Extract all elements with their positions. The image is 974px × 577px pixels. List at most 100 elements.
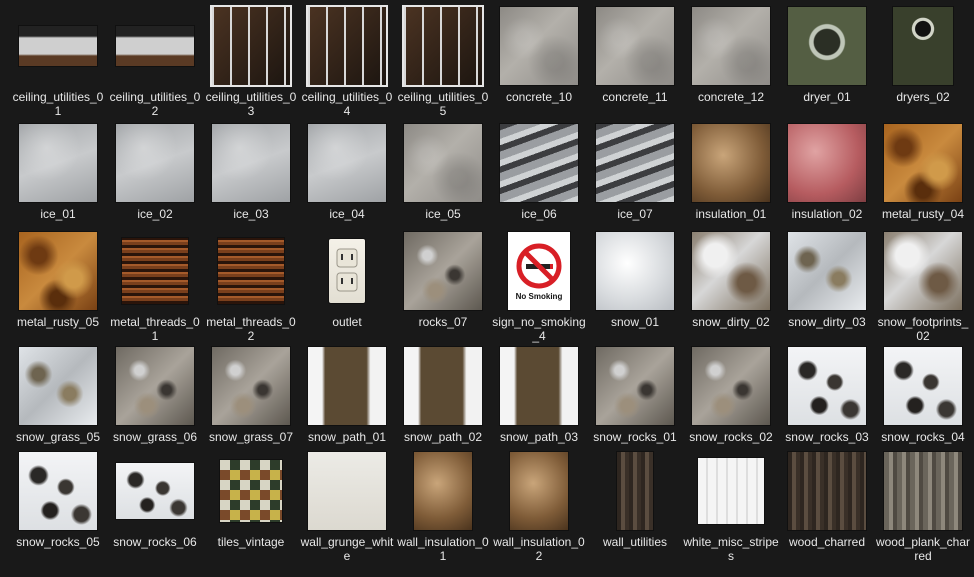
file-name-label: insulation_02 [791, 207, 863, 221]
thumbnail-frame [203, 229, 299, 313]
file-item[interactable]: ceiling_utilities_02 [107, 4, 203, 118]
file-item[interactable]: snow_path_02 [395, 344, 491, 444]
thumbnail-image [596, 124, 674, 202]
file-item[interactable]: ice_04 [299, 121, 395, 221]
file-item[interactable]: ceiling_utilities_01 [10, 4, 106, 118]
file-name-label: ceiling_utilities_02 [109, 90, 201, 118]
file-item[interactable]: ice_06 [491, 121, 587, 221]
file-item[interactable]: concrete_12 [683, 4, 779, 104]
thumbnail-frame [107, 121, 203, 205]
file-item[interactable]: metal_rusty_05 [10, 229, 106, 329]
file-item[interactable]: snow_dirty_03 [779, 229, 875, 329]
file-name-label: wood_plank_charred [875, 535, 971, 563]
thumbnail-grid: ceiling_utilities_01 ceiling_utilities_02… [0, 0, 974, 577]
file-item[interactable]: snow_rocks_02 [683, 344, 779, 444]
thumbnail-frame [875, 344, 971, 428]
file-item[interactable]: snow_rocks_04 [875, 344, 971, 444]
file-item[interactable]: snow_rocks_06 [107, 449, 203, 549]
file-item[interactable]: ice_03 [203, 121, 299, 221]
file-name-label: snow_dirty_03 [788, 315, 866, 329]
thumbnail-image [884, 347, 962, 425]
file-name-label: snow_rocks_03 [785, 430, 869, 444]
thumbnail-image [329, 239, 365, 303]
thumbnail-image [19, 232, 97, 310]
thumbnail-image [404, 232, 482, 310]
file-item[interactable]: wall_grunge_white [299, 449, 395, 563]
file-name-label: metal_rusty_05 [16, 315, 100, 329]
file-name-label: sign_no_smoking_4 [492, 315, 586, 343]
file-item[interactable]: No Smoking sign_no_smoking_4 [491, 229, 587, 343]
thumbnail-image [596, 347, 674, 425]
thumbnail-frame [587, 449, 683, 533]
file-item[interactable]: snow_dirty_02 [683, 229, 779, 329]
file-name-label: white_misc_stripes [683, 535, 779, 563]
file-item[interactable]: metal_threads_02 [203, 229, 299, 343]
file-item[interactable]: wall_utilities [587, 449, 683, 549]
file-item[interactable]: outlet [299, 229, 395, 329]
file-item[interactable]: wood_plank_charred [875, 449, 971, 563]
file-item[interactable]: ice_07 [587, 121, 683, 221]
file-item[interactable]: dryers_02 [875, 4, 971, 104]
thumbnail-frame [779, 344, 875, 428]
file-item[interactable]: snow_rocks_05 [10, 449, 106, 549]
file-name-label: insulation_01 [695, 207, 767, 221]
file-item[interactable]: snow_path_03 [491, 344, 587, 444]
file-name-label: metal_threads_01 [110, 315, 200, 343]
file-name-label: snow_rocks_04 [881, 430, 965, 444]
thumbnail-frame [203, 4, 299, 88]
thumbnail-frame [10, 121, 106, 205]
file-item[interactable]: ice_05 [395, 121, 491, 221]
file-item[interactable]: wall_insulation_01 [395, 449, 491, 563]
file-item[interactable]: wall_insulation_02 [491, 449, 587, 563]
file-name-label: snow_rocks_05 [16, 535, 100, 549]
thumbnail-image [500, 7, 578, 85]
file-name-label: snow_path_03 [499, 430, 579, 444]
file-item[interactable]: white_misc_stripes [683, 449, 779, 563]
file-item[interactable]: snow_grass_05 [10, 344, 106, 444]
file-item[interactable]: ice_01 [10, 121, 106, 221]
thumbnail-image [116, 463, 194, 519]
thumbnail-image [116, 26, 194, 66]
file-item[interactable]: snow_rocks_01 [587, 344, 683, 444]
file-name-label: ceiling_utilities_04 [301, 90, 393, 118]
file-name-label: snow_rocks_02 [689, 430, 773, 444]
thumbnail-image [212, 124, 290, 202]
thumbnail-frame [491, 449, 587, 533]
thumbnail-image [884, 232, 962, 310]
thumbnail-frame [10, 4, 106, 88]
file-item[interactable]: concrete_11 [587, 4, 683, 104]
thumbnail-image [596, 7, 674, 85]
file-item[interactable]: metal_rusty_04 [875, 121, 971, 221]
file-item[interactable]: concrete_10 [491, 4, 587, 104]
file-item[interactable]: rocks_07 [395, 229, 491, 329]
file-item[interactable]: snow_rocks_03 [779, 344, 875, 444]
file-name-label: ice_07 [617, 207, 653, 221]
file-item[interactable]: dryer_01 [779, 4, 875, 104]
thumbnail-frame [491, 344, 587, 428]
thumbnail-frame [203, 344, 299, 428]
file-item[interactable]: snow_grass_06 [107, 344, 203, 444]
file-name-label: metal_threads_02 [206, 315, 296, 343]
thumbnail-image [788, 232, 866, 310]
file-item[interactable]: snow_path_01 [299, 344, 395, 444]
file-name-label: ice_01 [40, 207, 76, 221]
file-item[interactable]: insulation_01 [683, 121, 779, 221]
file-item[interactable]: tiles_vintage [203, 449, 299, 549]
file-item[interactable]: metal_threads_01 [107, 229, 203, 343]
file-item[interactable]: snow_footprints_02 [875, 229, 971, 343]
file-item[interactable]: insulation_02 [779, 121, 875, 221]
file-item[interactable]: ceiling_utilities_04 [299, 4, 395, 118]
file-item[interactable]: ceiling_utilities_03 [203, 4, 299, 118]
file-item[interactable]: snow_grass_07 [203, 344, 299, 444]
file-item[interactable]: ceiling_utilities_05 [395, 4, 491, 118]
outlet-icon [336, 248, 358, 292]
thumbnail-image [698, 458, 764, 524]
file-item[interactable]: ice_02 [107, 121, 203, 221]
thumbnail-image [500, 124, 578, 202]
file-name-label: ceiling_utilities_05 [397, 90, 489, 118]
file-item[interactable]: wood_charred [779, 449, 875, 549]
thumbnail-frame [395, 344, 491, 428]
file-item[interactable]: snow_01 [587, 229, 683, 329]
thumbnail-image [692, 124, 770, 202]
thumbnail-image [116, 124, 194, 202]
